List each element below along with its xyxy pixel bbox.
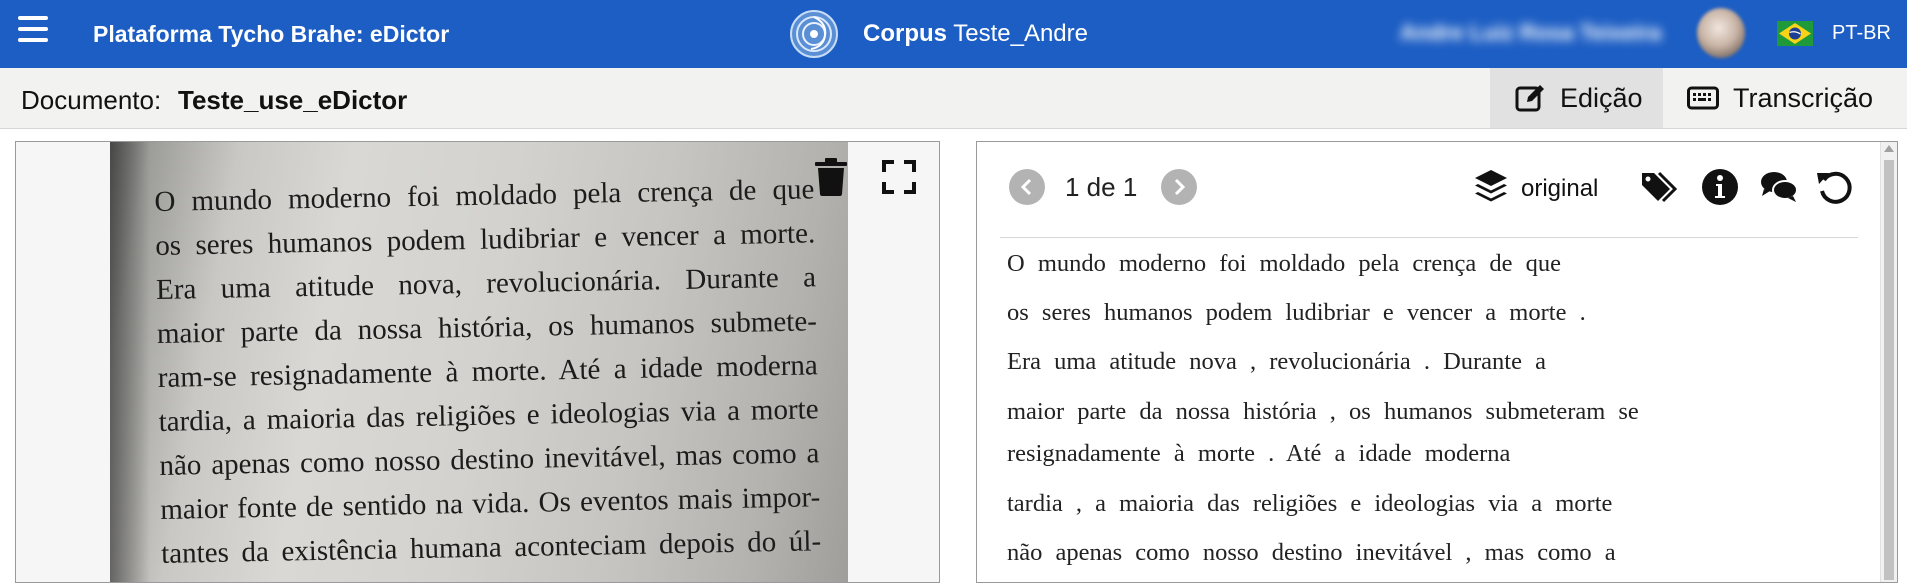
scroll-up-arrow-icon[interactable] — [1884, 145, 1894, 152]
document-page-image[interactable]: O mundo moderno foi moldado pela crença … — [110, 142, 848, 582]
scanned-text: O mundo moderno foi moldado pela crença … — [154, 167, 821, 576]
transcription-line[interactable]: maior parte da nossa história , os human… — [1007, 398, 1639, 426]
comments-icon[interactable] — [1759, 167, 1799, 207]
transcription-line[interactable]: Era uma atitude nova , revolucionária . … — [1007, 348, 1546, 376]
brazil-flag-icon[interactable] — [1777, 21, 1813, 46]
transcription-line[interactable]: resignadamente à morte . Até a idade mod… — [1007, 440, 1510, 468]
layers-icon[interactable] — [1473, 168, 1509, 208]
undo-icon[interactable] — [1815, 167, 1855, 207]
keyboard-icon — [1687, 86, 1719, 110]
layer-selector[interactable]: original — [1521, 175, 1598, 203]
image-viewer-panel: O mundo moderno foi moldado pela crença … — [15, 141, 940, 583]
fullscreen-icon[interactable] — [882, 160, 916, 194]
next-page-button[interactable] — [1161, 169, 1197, 205]
transcription-scrollbar[interactable] — [1880, 142, 1897, 582]
chevron-right-icon — [1174, 178, 1186, 196]
tab-edicao-label: Edição — [1560, 82, 1643, 113]
trash-icon[interactable] — [813, 158, 849, 196]
transcription-panel: 1 de 1 original O mundo moderno foi mold… — [976, 141, 1898, 583]
previous-page-button[interactable] — [1009, 169, 1045, 205]
page-counter: 1 de 1 — [1065, 172, 1138, 202]
user-name[interactable]: Andre Luiz Rosa Teixeira — [1400, 20, 1661, 46]
document-label: Documento: — [21, 85, 162, 115]
scroll-thumb[interactable] — [1884, 160, 1894, 580]
tab-transcricao[interactable]: Transcrição — [1663, 68, 1907, 128]
edit-icon — [1515, 85, 1544, 112]
menu-icon[interactable] — [18, 16, 48, 42]
transcription-line[interactable]: não apenas como nosso destino inevitável… — [1007, 539, 1616, 567]
top-navbar: Plataforma Tycho Brahe: eDictor Corpus T… — [0, 0, 1907, 68]
app-title[interactable]: Plataforma Tycho Brahe: eDictor — [93, 21, 449, 48]
tab-edicao[interactable]: Edição — [1490, 68, 1663, 128]
page-shadow — [110, 142, 150, 582]
tycho-brahe-logo — [790, 10, 838, 58]
info-icon[interactable] — [1700, 167, 1740, 207]
toolbar-divider — [1000, 237, 1858, 238]
document-bar: Documento: Teste_use_eDictor Edição Tran… — [0, 68, 1907, 129]
document-name: Teste_use_eDictor — [178, 85, 408, 115]
tab-transcricao-label: Transcrição — [1733, 82, 1874, 113]
language-selector[interactable]: PT-BR — [1832, 22, 1891, 45]
transcription-line[interactable]: os seres humanos podem ludibriar e vence… — [1007, 299, 1586, 327]
corpus-label: Corpus — [863, 20, 947, 47]
user-avatar[interactable] — [1697, 8, 1745, 58]
tags-icon[interactable] — [1640, 167, 1680, 207]
transcription-line[interactable]: tardia , a maioria das religiões e ideol… — [1007, 490, 1612, 518]
corpus-indicator: Corpus Teste_Andre — [863, 20, 1088, 48]
corpus-name: Teste_Andre — [953, 20, 1088, 47]
transcription-line[interactable]: O mundo moderno foi moldado pela crença … — [1007, 250, 1561, 278]
chevron-left-icon — [1020, 178, 1032, 196]
